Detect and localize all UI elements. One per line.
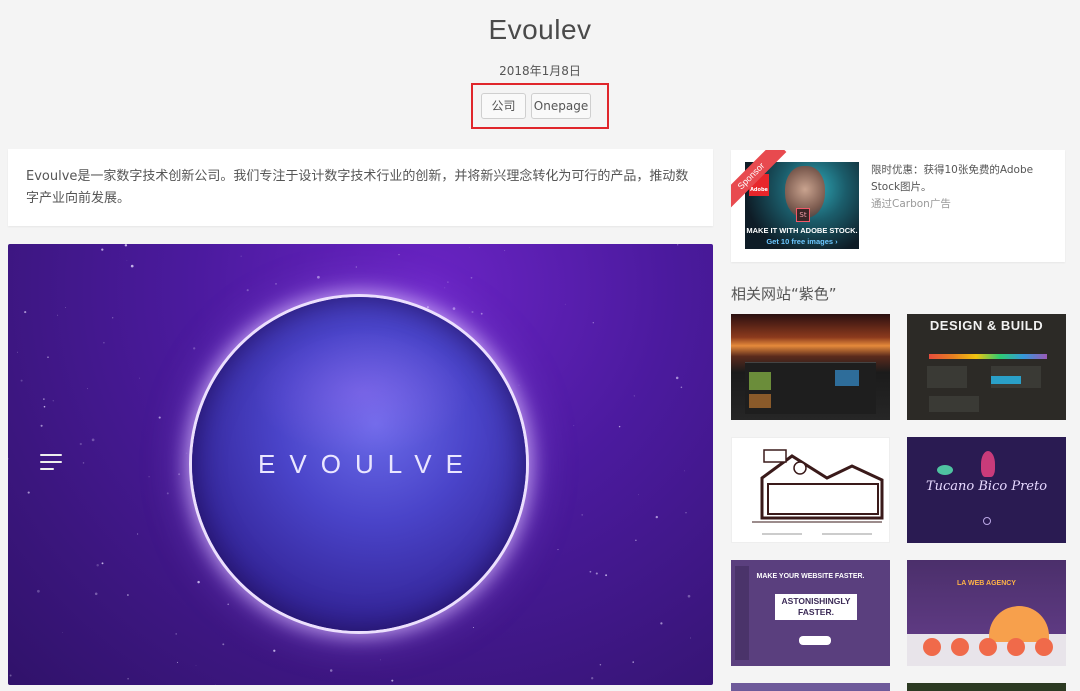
ad-text-link[interactable]: 限时优惠：获得10张免费的Adobe Stock图片。	[871, 162, 1051, 196]
ad-headline: MAKE IT WITH ADOBE STOCK.	[746, 226, 858, 235]
post-date: 2018年1月8日	[499, 64, 581, 78]
hero-logo-text: EVOULVE	[258, 449, 477, 479]
related-thumb-1[interactable]	[731, 314, 890, 420]
sponsor-ad[interactable]: Adobe St MAKE IT WITH ADOBE STOCK. Get 1…	[731, 150, 1065, 262]
related-title: 相关网站“紫色”	[731, 285, 837, 303]
related-thumb-4[interactable]: Tucano Bico Preto	[907, 437, 1066, 543]
site-screenshot[interactable]: EVOULVE	[8, 244, 713, 685]
ad-cta: Get 10 free images ›	[766, 237, 838, 246]
related-thumb-5[interactable]: MAKE YOUR WEBSITE FASTER. ASTONISHINGLY …	[731, 560, 890, 666]
tag-onepage[interactable]: Onepage	[531, 93, 591, 119]
page-title: Evoulev	[488, 14, 592, 45]
hamburger-menu-icon[interactable]	[40, 454, 62, 470]
related-thumb-2[interactable]: DESIGN & BUILD	[907, 314, 1066, 420]
adobe-stock-icon: St	[796, 208, 810, 222]
related-thumb-8[interactable]	[907, 683, 1066, 691]
related-thumb-3[interactable]	[731, 437, 890, 543]
related-thumb-6[interactable]: LA WEB AGENCY	[907, 560, 1066, 666]
related-thumb-7[interactable]	[731, 683, 890, 691]
ad-via-link[interactable]: 通过Carbon广告	[871, 196, 951, 211]
tag-company[interactable]: 公司	[481, 93, 526, 119]
site-description: Evoulve是一家数字技术创新公司。我们专注于设计数字技术行业的创新，并将新兴…	[8, 149, 713, 226]
